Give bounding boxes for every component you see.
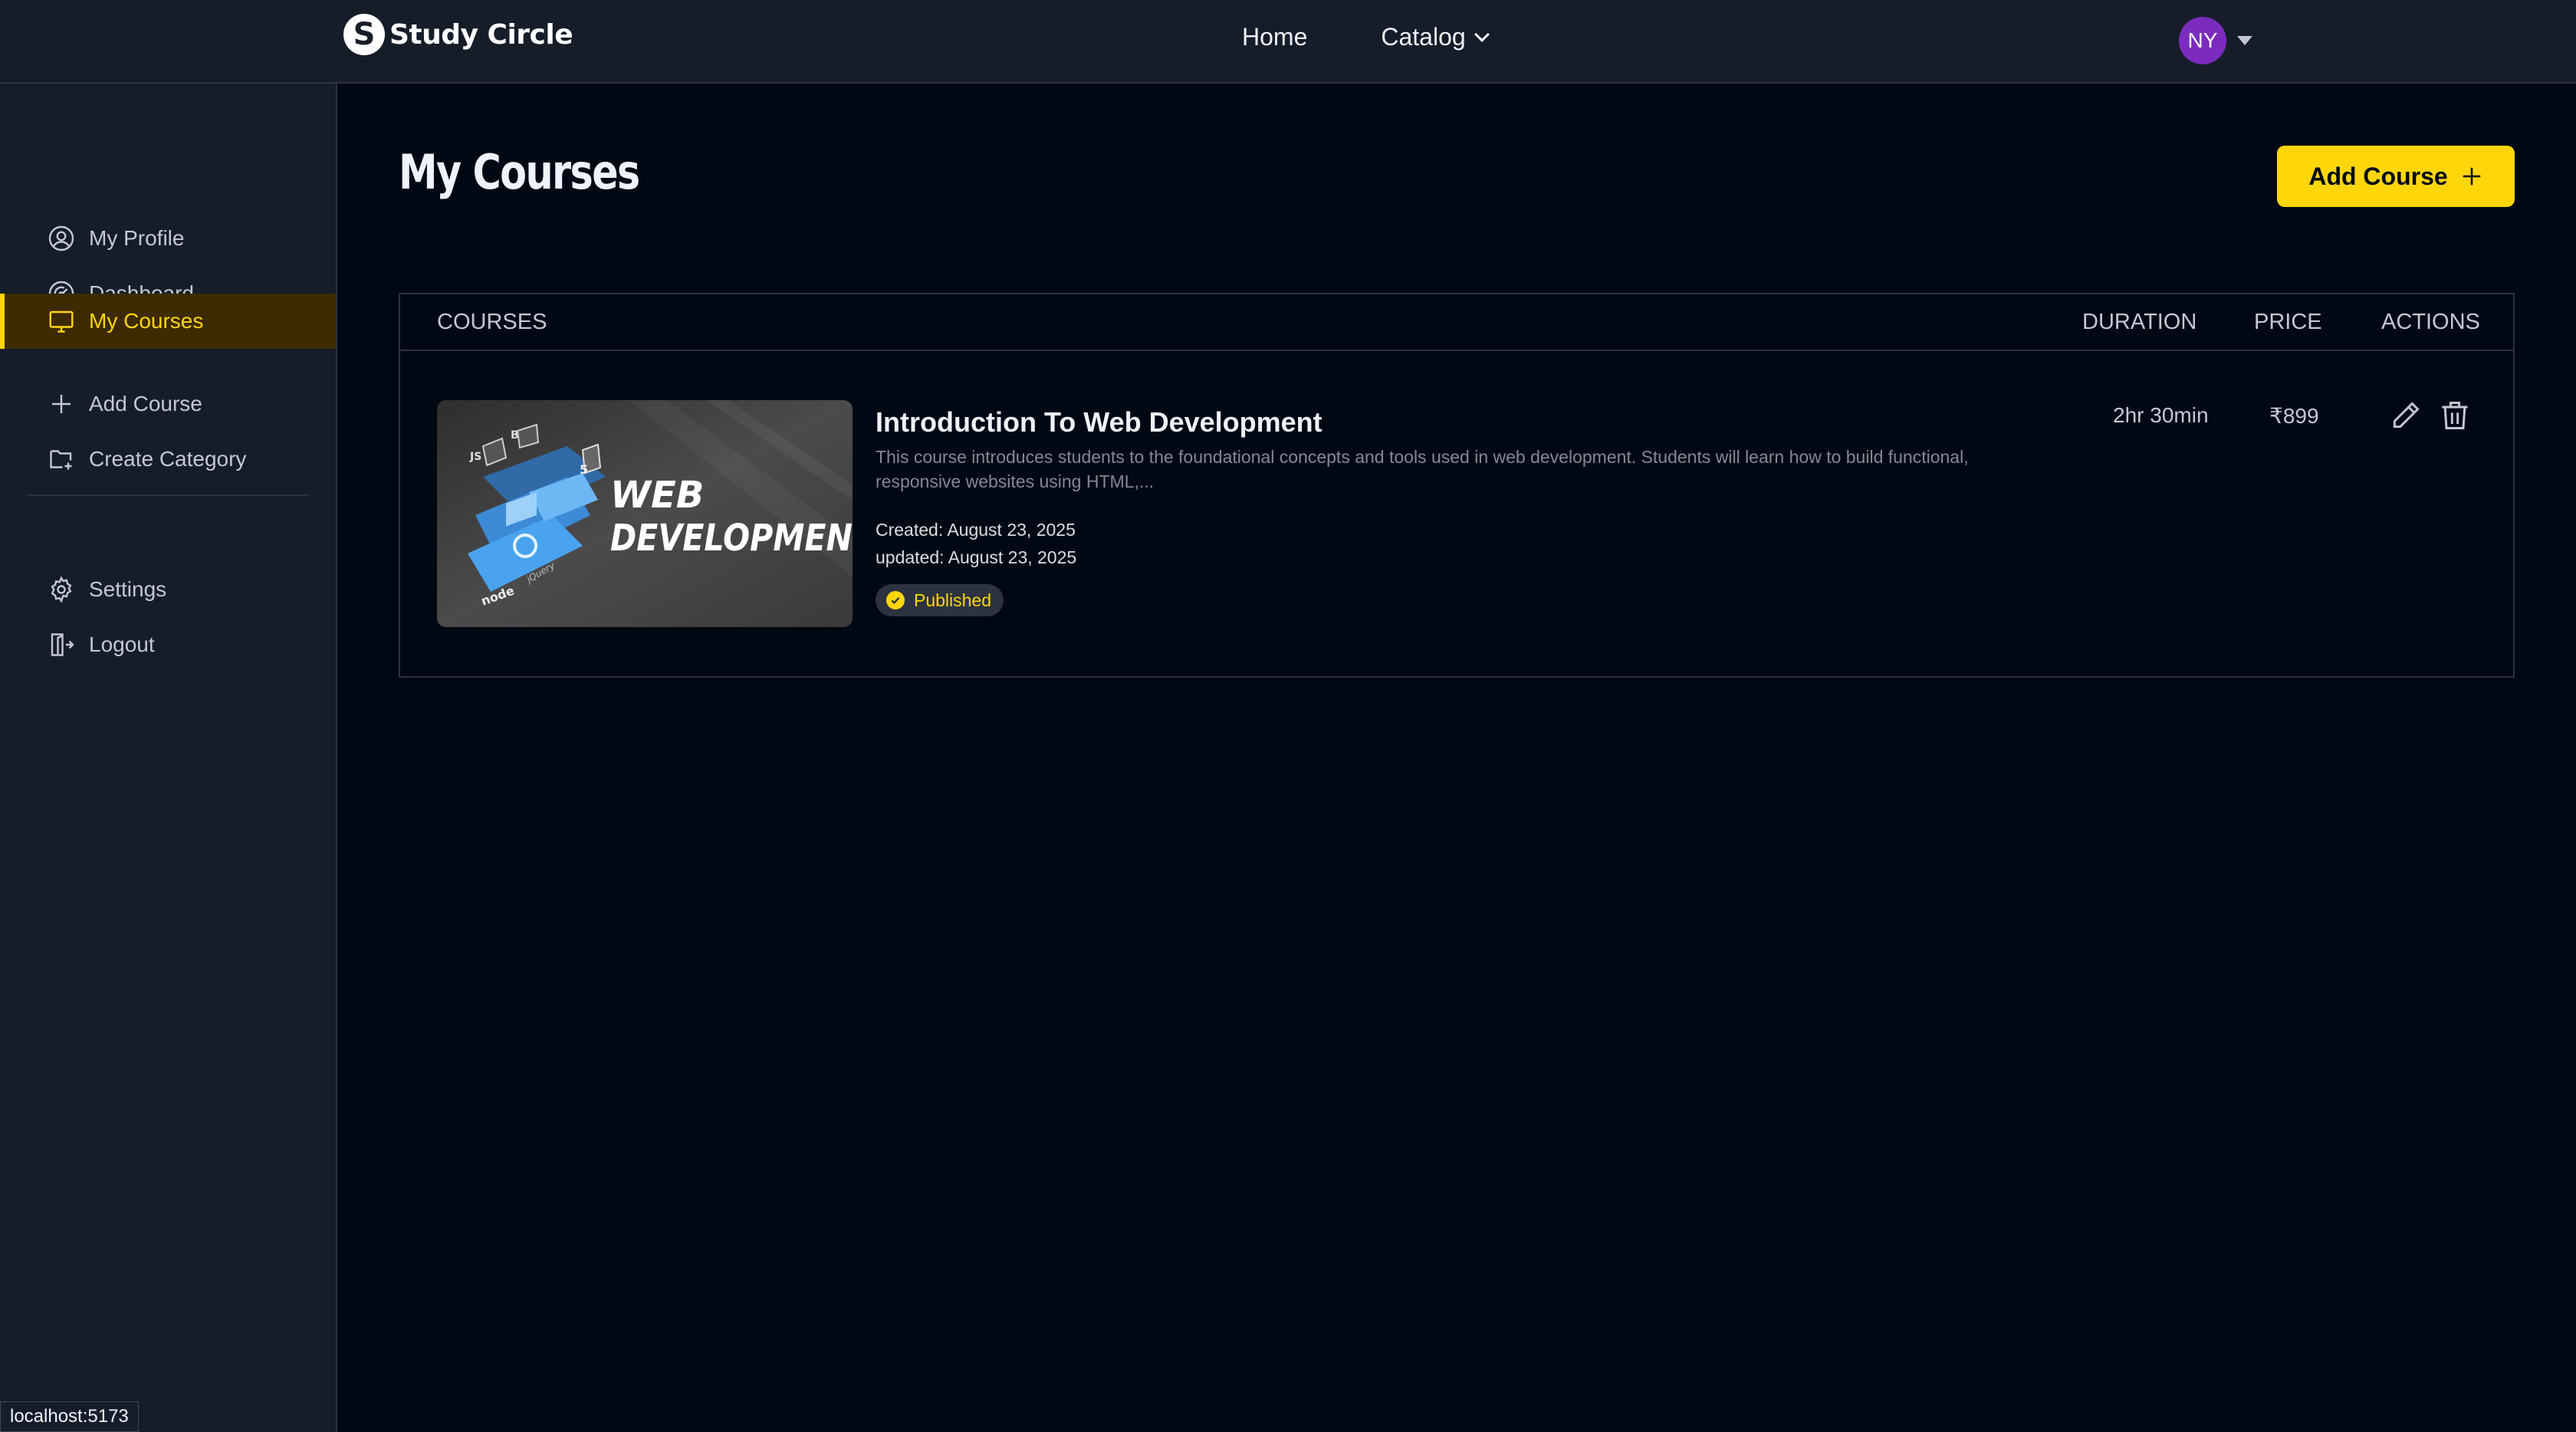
sidebar: My Profile Dashboard My Courses Add Cour… [0,84,337,1432]
course-duration: 2hr 30min [2113,403,2209,427]
status-badge: Published [876,584,1004,616]
add-course-label: Add Course [2308,162,2448,190]
monitor-icon [49,310,74,333]
course-title[interactable]: Introduction To Web Development [876,406,1322,438]
course-description: This course introduces students to the f… [876,447,1969,491]
status-bar-url: localhost:5173 [0,1401,139,1432]
page-title: My Courses [399,144,640,200]
course-thumbnail[interactable]: JS B 5 node jQuery WEB DEVELOPMEN [437,400,853,627]
plus-icon [52,395,71,413]
nav-catalog-label: Catalog [1381,23,1466,51]
sidebar-item-label: Add Course [89,392,202,415]
brand-logo[interactable]: S Study Circle [343,14,573,55]
course-created-date: Created: August 23, 2025 [876,520,1076,540]
header-duration: DURATION [2082,310,2197,334]
sidebar-item-label: Create Category [89,447,247,471]
web-development-illustration: JS B 5 node jQuery WEB DEVELOPMEN [437,400,853,627]
thumb-tag-js: JS [469,451,481,463]
sidebar-item-add-course[interactable]: Add Course [0,376,336,432]
header-courses: COURSES [437,310,547,334]
brand-name: Study Circle [389,18,573,51]
thumb-tag-b: B [511,429,519,442]
sidebar-item-label: Settings [89,577,167,601]
plus-icon [2463,167,2480,186]
status-badge-label: Published [914,590,992,610]
course-updated-date: updated: August 23, 2025 [876,547,1077,567]
delete-trash-icon[interactable] [2438,399,2472,432]
check-circle-icon [886,591,905,609]
avatar: NY [2179,17,2226,64]
thumb-text-line1: WEB [610,474,704,517]
logo-mark: S [343,14,385,55]
nav-links: Home Catalog [1242,23,1490,51]
course-price: ₹899 [2269,404,2319,428]
folder-plus-icon [50,450,72,470]
profile-dropdown[interactable]: NY [2179,17,2252,64]
sidebar-item-label: My Profile [89,226,185,250]
sidebar-item-logout[interactable]: Logout [0,617,336,672]
sidebar-item-create-category[interactable]: Create Category [0,432,336,487]
sidebar-item-my-courses[interactable]: My Courses [0,294,336,349]
top-navbar: S Study Circle Home Catalog NY [0,0,2576,84]
sidebar-item-label: Logout [89,632,155,656]
chevron-down-icon [1474,26,1490,42]
nav-catalog-dropdown[interactable]: Catalog [1381,23,1490,51]
edit-pencil-icon[interactable] [2389,399,2423,432]
thumb-text-line2: DEVELOPMEN [610,517,853,560]
user-circle-icon [48,225,74,251]
caret-down-icon [2237,36,2252,45]
nav-home-label: Home [1242,23,1308,51]
courses-table: COURSES DURATION PRICE ACTIONS JS B 5 no… [399,293,2515,678]
header-price: PRICE [2254,310,2322,334]
sidebar-item-label: My Courses [89,309,204,333]
sidebar-divider [28,494,308,496]
nav-home-link[interactable]: Home [1242,23,1307,51]
thumb-tag-5: 5 [580,462,588,477]
add-course-button[interactable]: Add Course [2277,146,2515,207]
sidebar-item-my-profile[interactable]: My Profile [0,211,336,266]
table-header: COURSES DURATION PRICE ACTIONS [400,294,2513,351]
logout-icon [51,633,74,656]
header-actions: ACTIONS [2381,310,2480,334]
sidebar-item-settings[interactable]: Settings [0,562,336,617]
gear-icon [51,576,72,603]
